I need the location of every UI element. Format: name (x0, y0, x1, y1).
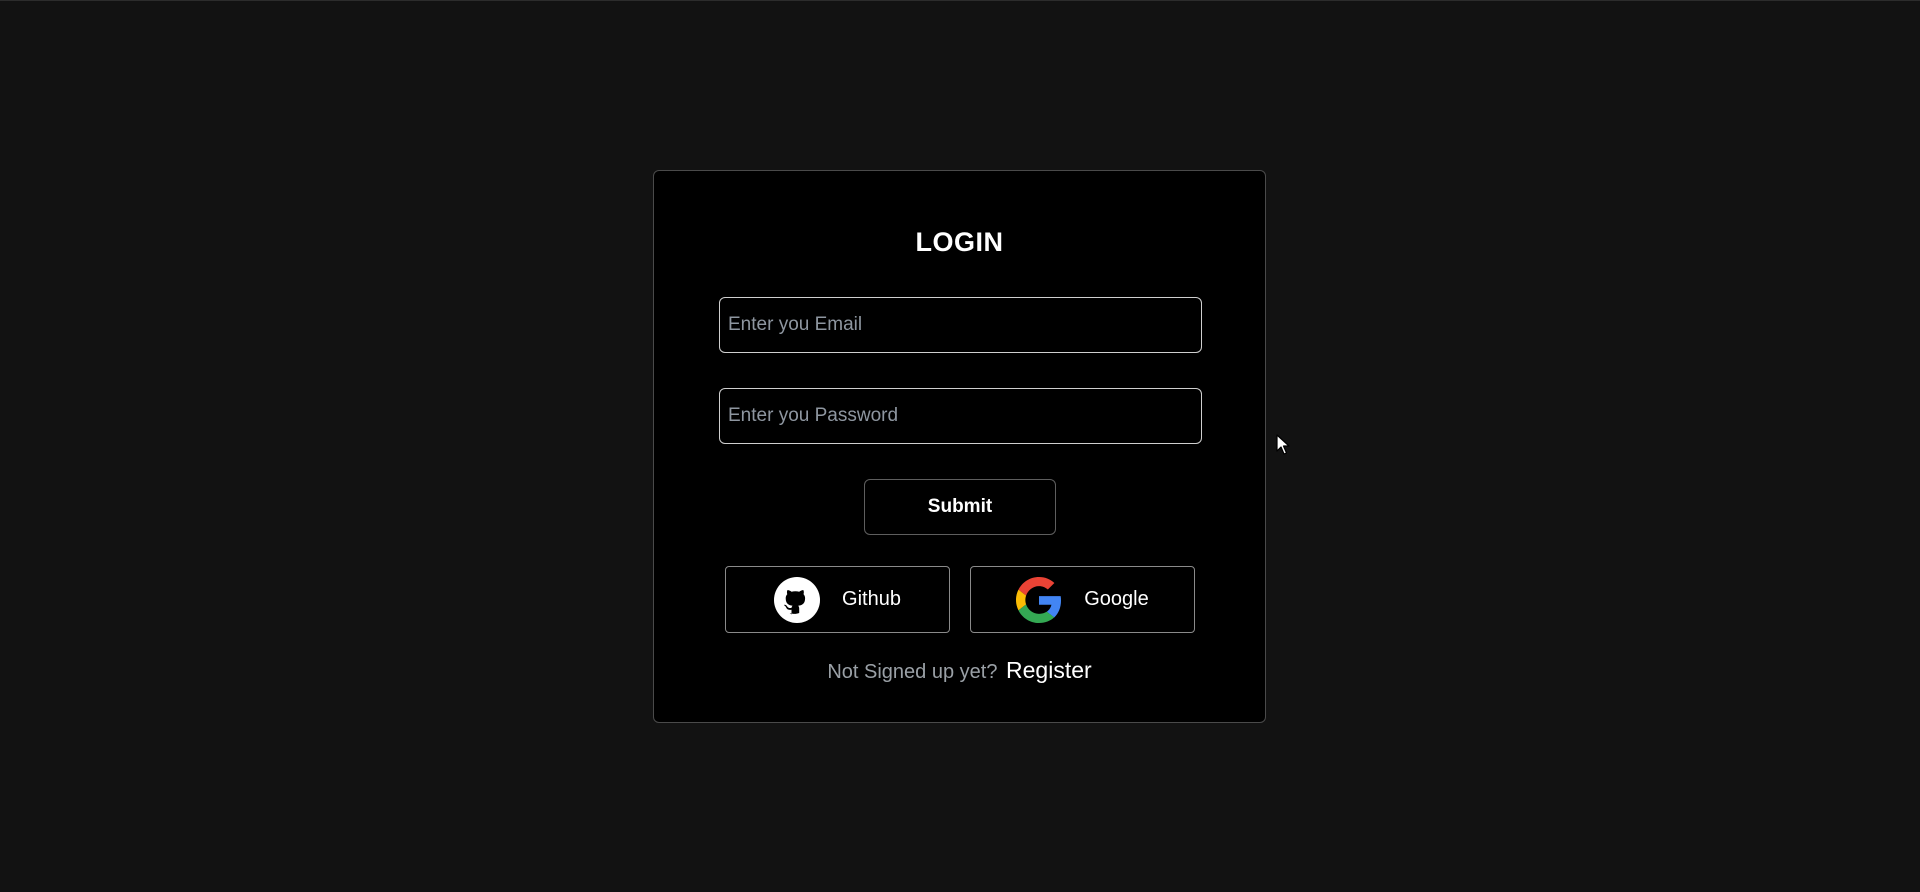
github-label: Github (842, 588, 901, 610)
password-field[interactable] (719, 388, 1202, 444)
submit-button[interactable]: Submit (864, 479, 1056, 535)
github-icon (774, 576, 821, 623)
register-prompt-text: Not Signed up yet? (827, 661, 998, 683)
page-title: LOGIN (915, 227, 1004, 257)
register-prompt: Not Signed up yet? Register (654, 657, 1265, 684)
mouse-pointer-icon (1276, 434, 1290, 455)
top-border (0, 0, 1920, 1)
google-icon (1016, 576, 1062, 623)
google-login-button[interactable]: Google (970, 566, 1195, 633)
email-field[interactable] (719, 297, 1202, 353)
google-label: Google (1084, 588, 1149, 610)
github-login-button[interactable]: Github (725, 566, 950, 633)
login-card: LOGIN Submit Github Google Not Signed up… (653, 170, 1266, 723)
register-link[interactable]: Register (1006, 657, 1092, 683)
